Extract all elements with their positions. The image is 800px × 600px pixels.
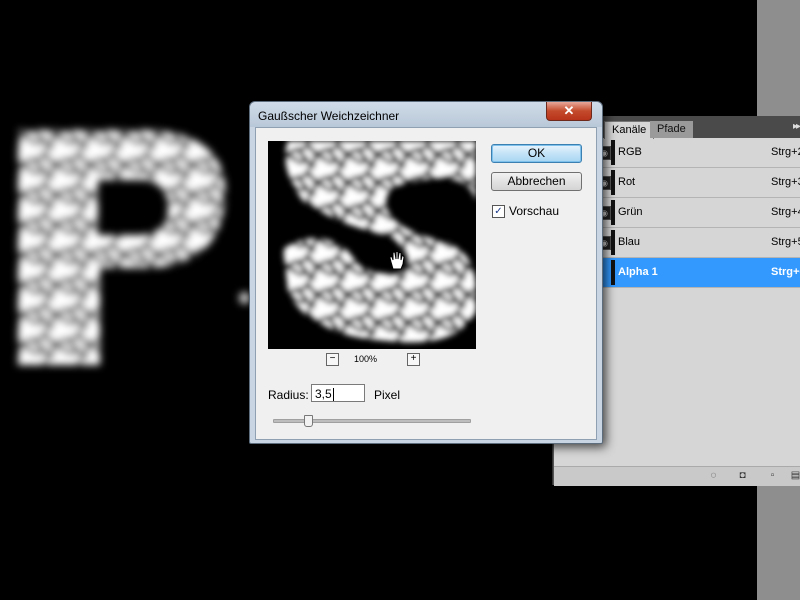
gaussian-blur-dialog: Gaußscher Weichzeichner ✕ − 100% + OK Ab… [249,101,603,444]
channel-name: RGB [618,146,642,158]
dialog-titlebar[interactable]: Gaußscher Weichzeichner ✕ [250,102,602,127]
channel-shortcut: Strg+4 [771,206,800,218]
text-caret [332,388,334,402]
channel-thumbnail [611,140,615,165]
preview-label: Vorschau [509,204,560,218]
radius-slider-track[interactable] [273,419,471,423]
save-selection-icon[interactable]: ◘ [737,470,748,481]
zoom-in-button[interactable]: + [407,353,420,366]
channel-name: Grün [618,206,643,218]
channel-name: Alpha 1 [618,266,658,278]
dialog-content: − 100% + OK Abbrechen ✓ Vorschau Radius:… [255,127,597,440]
unit-label: Pixel [374,388,401,402]
channel-shortcut: Strg+5 [771,236,800,248]
delete-channel-icon[interactable]: ▤ [790,470,800,481]
channel-shortcut: Strg+2 [771,146,800,158]
panel-menu-icon[interactable]: ▸▸ [793,121,800,132]
zoom-out-button[interactable]: − [326,353,339,366]
dialog-title: Gaußscher Weichzeichner [258,109,400,123]
channel-thumbnail [611,200,615,225]
ok-button[interactable]: OK [491,144,582,163]
new-channel-icon[interactable]: ▫ [767,470,778,481]
tab-channels[interactable]: Kanäle [604,121,655,139]
channel-thumbnail [611,260,615,285]
channel-name: Blau [618,236,641,248]
radius-slider-thumb[interactable] [304,415,314,427]
letter-p-shape [18,130,226,365]
preview-checkbox[interactable]: ✓ [492,205,505,218]
radius-input[interactable]: 3,5 [311,384,365,402]
load-selection-icon[interactable]: ◌ [708,470,719,481]
cancel-button[interactable]: Abbrechen [491,172,582,191]
hand-cursor-icon [389,251,405,270]
channel-thumbnail [611,170,615,195]
channel-thumbnail [611,230,615,255]
tab-paths[interactable]: Pfade [650,121,693,138]
zoom-level: 100% [354,354,378,364]
letter-s-shape [283,141,476,343]
channel-shortcut: Strg+6 [771,266,800,278]
channel-shortcut: Strg+3 [771,176,800,188]
close-button[interactable]: ✕ [546,102,592,121]
radius-label: Radius: [268,388,309,402]
panel-bottom-bar: ◌ ◘ ▫ ▤ [554,466,800,486]
channel-name: Rot [618,176,636,188]
preview-image[interactable] [268,141,476,349]
radius-value: 3,5 [315,387,332,401]
